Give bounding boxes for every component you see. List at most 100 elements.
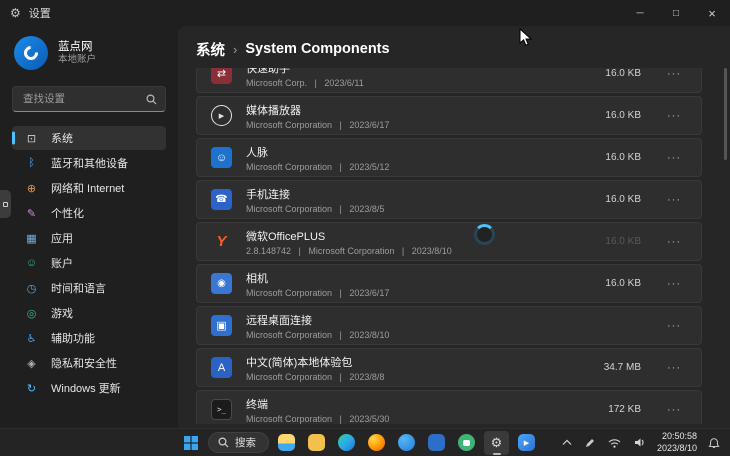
more-options-button[interactable]: ···: [663, 276, 685, 292]
pen-tray-button[interactable]: [583, 436, 597, 450]
sidebar-item-label: Windows 更新: [51, 380, 121, 396]
component-name: 中文(简体)本地体验包: [246, 354, 384, 370]
component-meta: Microsoft Corporation | 2023/8/10: [246, 330, 389, 340]
apps-grid-icon: ▦: [24, 232, 39, 245]
component-size: 16.0 KB: [585, 236, 641, 247]
sidebar-item-label: 隐私和安全性: [51, 355, 117, 371]
sidebar-item-accounts[interactable]: ☺账户: [12, 251, 166, 275]
component-name: 手机连接: [246, 186, 384, 202]
taskbar-search[interactable]: 搜索: [208, 432, 269, 453]
firefox-icon[interactable]: [364, 431, 389, 455]
row-people[interactable]: ☺ 人脉Microsoft Corporation | 2023/5/12 16…: [196, 138, 702, 177]
component-meta: Microsoft Corporation | 2023/5/12: [246, 162, 389, 172]
component-list: ⇄ 快速助手Microsoft Corp. | 2023/6/11 16.0 K…: [196, 68, 712, 424]
component-size: 34.7 MB: [585, 362, 641, 373]
more-options-button[interactable]: ···: [663, 360, 685, 376]
sidebar-item-network[interactable]: ⊕网络和 Internet: [12, 176, 166, 200]
window-title: 设置: [29, 5, 51, 21]
more-options-button[interactable]: ···: [663, 68, 685, 82]
shield-icon: ◈: [24, 357, 39, 370]
more-options-button[interactable]: ···: [663, 318, 685, 334]
system-tray: 20:50:58 2023/8/10: [560, 429, 722, 456]
minimize-button[interactable]: ─: [622, 0, 658, 26]
more-options-button[interactable]: ···: [663, 192, 685, 208]
dev-app-icon[interactable]: [424, 431, 449, 455]
search-input[interactable]: [21, 92, 146, 106]
row-language-pack[interactable]: A 中文(简体)本地体验包Microsoft Corporation | 202…: [196, 348, 702, 387]
loading-spinner: [474, 224, 495, 245]
sidebar-item-system[interactable]: ⊡系统: [12, 126, 166, 150]
tray-date: 2023/8/10: [657, 443, 697, 454]
user-account[interactable]: 蓝点网 本地账户: [12, 32, 166, 74]
sidebar-item-personalization[interactable]: ✎个性化: [12, 201, 166, 225]
sidebar-item-label: 辅助功能: [51, 330, 95, 346]
edge-panel-icon: [3, 202, 8, 207]
settings-search[interactable]: [12, 86, 166, 112]
tray-time: 20:50:58: [657, 431, 697, 442]
people-icon: ☺: [211, 147, 232, 168]
component-meta: Microsoft Corporation | 2023/6/17: [246, 288, 389, 298]
row-quick-assist[interactable]: ⇄ 快速助手Microsoft Corp. | 2023/6/11 16.0 K…: [196, 68, 702, 93]
row-terminal[interactable]: >_ 终端 Microsoft Corporation | 2023/5/30 1…: [196, 390, 702, 424]
network-tray-button[interactable]: [606, 436, 623, 450]
more-options-button[interactable]: ···: [663, 234, 685, 250]
more-options-button[interactable]: ···: [663, 108, 685, 124]
component-size: 172 KB: [585, 404, 641, 415]
sidebar-item-gaming[interactable]: ◎游戏: [12, 301, 166, 325]
edge-panel-handle[interactable]: [0, 190, 11, 218]
sidebar-item-bluetooth[interactable]: ᛒ蓝牙和其他设备: [12, 151, 166, 175]
sidebar-item-windows-update[interactable]: ↻ Windows 更新: [12, 376, 166, 400]
sidebar-item-privacy[interactable]: ◈ 隐私和安全性: [12, 351, 166, 375]
close-button[interactable]: ×: [694, 0, 730, 26]
notification-center-button[interactable]: [706, 435, 722, 451]
chat-app-icon[interactable]: [454, 431, 479, 455]
sidebar-nav: ⊡系统 ᛒ蓝牙和其他设备 ⊕网络和 Internet ✎个性化 ▦应用 ☺账户 …: [12, 126, 166, 400]
sidebar: 蓝点网 本地账户 ⊡系统 ᛒ蓝牙和其他设备 ⊕网络和 Internet ✎个性化…: [0, 26, 178, 428]
settings-window: ⚙ 设置 ─ □ × 蓝点网 本地账户 ⊡系统 ᛒ蓝牙和其他设备: [0, 0, 730, 456]
media-app-icon[interactable]: ▶: [514, 431, 539, 455]
more-options-button[interactable]: ···: [663, 150, 685, 166]
component-meta: Microsoft Corporation | 2023/5/30: [246, 414, 389, 424]
sidebar-item-label: 个性化: [51, 205, 84, 221]
component-name: 终端: [246, 396, 389, 412]
search-icon: [146, 94, 157, 105]
settings-app-icon[interactable]: ⚙: [484, 431, 509, 455]
component-name: 远程桌面连接: [246, 312, 389, 328]
more-options-button[interactable]: ···: [663, 402, 685, 418]
sidebar-item-apps[interactable]: ▦应用: [12, 226, 166, 250]
edge-browser-icon[interactable]: [334, 431, 359, 455]
sidebar-item-label: 时间和语言: [51, 280, 106, 296]
row-remote-desktop[interactable]: ▣ 远程桌面连接 Microsoft Corporation | 2023/8/1…: [196, 306, 702, 345]
accessibility-icon: ♿: [24, 332, 39, 345]
hidden-icons-chevron[interactable]: [560, 437, 574, 448]
row-camera[interactable]: ◉ 相机Microsoft Corporation | 2023/6/17 16…: [196, 264, 702, 303]
bluetooth-icon: ᛒ: [24, 157, 39, 169]
sidebar-item-label: 网络和 Internet: [51, 180, 124, 196]
clock-icon: ◷: [24, 282, 39, 295]
messenger-app-icon[interactable]: [394, 431, 419, 455]
remote-desktop-icon: ▣: [211, 315, 232, 336]
volume-tray-button[interactable]: [632, 435, 648, 450]
maximize-button[interactable]: □: [658, 0, 694, 26]
start-button[interactable]: [178, 431, 203, 455]
wifi-icon: [608, 438, 621, 448]
language-pack-icon: A: [211, 357, 232, 378]
component-meta: Microsoft Corp. | 2023/6/11: [246, 78, 364, 88]
clock[interactable]: 20:50:58 2023/8/10: [657, 431, 697, 454]
update-icon: ↻: [24, 382, 39, 395]
folder-icon[interactable]: [304, 431, 329, 455]
sidebar-item-accessibility[interactable]: ♿ 辅助功能: [12, 326, 166, 350]
component-name: 微软OfficePLUS: [246, 228, 452, 244]
row-media-player[interactable]: ▶ 媒体播放器Microsoft Corporation | 2023/6/17…: [196, 96, 702, 135]
scrollbar-thumb[interactable]: [724, 68, 727, 160]
terminal-icon: >_: [211, 399, 232, 420]
sidebar-item-label: 系统: [51, 130, 73, 146]
phone-link-icon: ☎: [211, 189, 232, 210]
row-officeplus[interactable]: Y 微软OfficePLUS2.8.148742 | Microsoft Cor…: [196, 222, 702, 261]
bell-icon: [708, 437, 720, 449]
file-explorer-icon[interactable]: [274, 431, 299, 455]
sidebar-item-time-language[interactable]: ◷ 时间和语言: [12, 276, 166, 300]
breadcrumb-root[interactable]: 系统: [196, 39, 225, 60]
avatar: [14, 36, 48, 70]
row-phone-link[interactable]: ☎ 手机连接Microsoft Corporation | 2023/8/5 1…: [196, 180, 702, 219]
